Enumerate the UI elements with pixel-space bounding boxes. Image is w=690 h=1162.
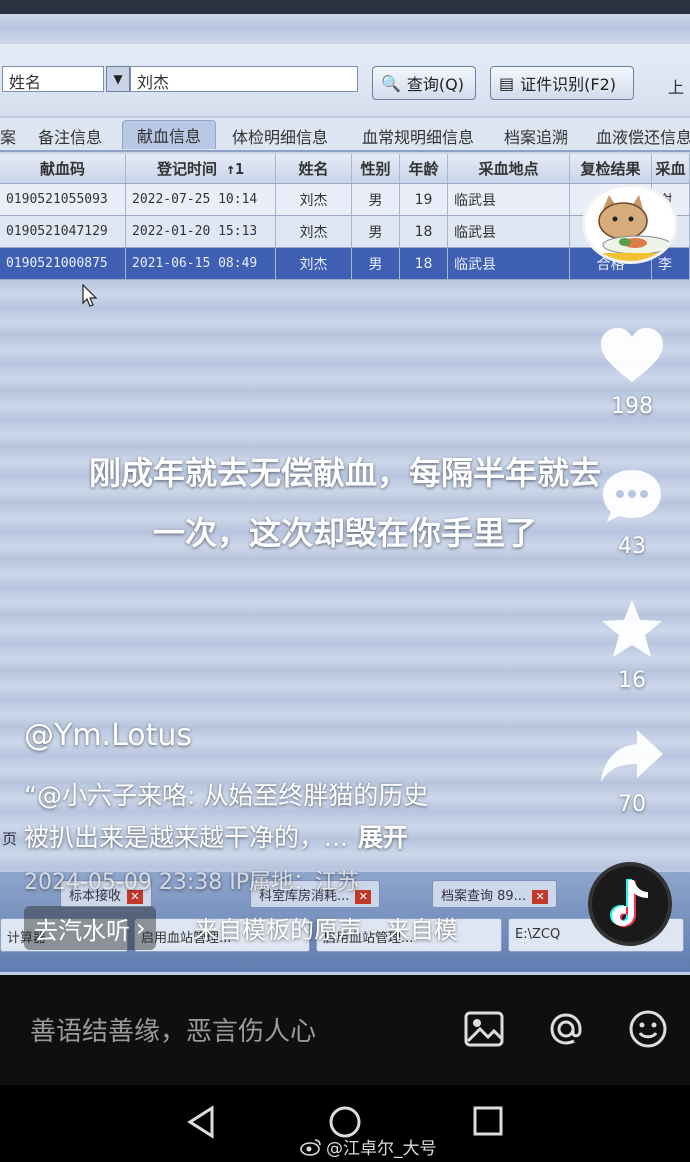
share-action[interactable]: 70: [594, 728, 670, 817]
cell-location: 临武县: [448, 248, 570, 279]
cell-location: 临武县: [448, 216, 570, 247]
cell-name: 刘杰: [276, 248, 352, 279]
query-button[interactable]: 🔍 查询(Q): [372, 66, 476, 100]
comment-count: 43: [618, 534, 646, 559]
creator-avatar[interactable]: [582, 184, 678, 264]
column-header-name[interactable]: 姓名: [276, 154, 352, 183]
detail-tabs: 案 备注信息 献血信息 体检明细信息 血常规明细信息 档案追溯 血液偿还信息: [0, 118, 690, 152]
cell-age: 18: [400, 216, 448, 247]
share-arrow-icon: [601, 730, 663, 782]
cell-register-time: 2021-06-15 08:49: [126, 248, 276, 279]
weibo-watermark: @江卓尔_大号: [300, 1134, 437, 1159]
star-icon: [602, 600, 662, 657]
tab-archive-trace[interactable]: 档案追溯: [504, 124, 568, 148]
taskbar-tab-archive-query[interactable]: 档案查询 89... ✕: [432, 880, 558, 908]
table-header: 献血码 登记时间 ↑1 姓名 性别 年龄 采血地点 复检结果 采血: [0, 154, 690, 184]
tab-blood-reimbursement[interactable]: 血液偿还信息: [596, 124, 690, 148]
table-row-selected[interactable]: 0190521000875 2021-06-15 08:49 刘杰 男 18 临…: [0, 248, 690, 280]
cell-register-time: 2022-07-25 10:14: [126, 184, 276, 215]
chevron-right-icon: ›: [136, 914, 146, 942]
weibo-logo-icon: [300, 1138, 321, 1156]
cell-name: 刘杰: [276, 216, 352, 247]
video-description-line-2: 被扒出来是越来越干净的，... 展开: [24, 818, 408, 854]
column-header-collector[interactable]: 采血: [652, 154, 690, 183]
up-button[interactable]: 上: [668, 74, 684, 98]
search-value-input[interactable]: 刘杰: [130, 66, 358, 92]
expand-link[interactable]: 展开: [358, 823, 408, 852]
cell-age: 18: [400, 248, 448, 279]
heart-icon: [601, 328, 663, 382]
comment-action[interactable]: 43: [594, 466, 670, 559]
cell-donation-code: 0190521047129: [0, 216, 126, 247]
favorite-count: 16: [618, 668, 646, 693]
column-header-donation-code[interactable]: 献血码: [0, 154, 126, 183]
comment-bubble-icon: [603, 470, 661, 522]
watermark-text: @江卓尔_大号: [326, 1139, 437, 1159]
column-header-location[interactable]: 采血地点: [448, 154, 570, 183]
comment-input[interactable]: 善语结善缘，恶言伤人心: [30, 1011, 316, 1048]
chevron-down-icon[interactable]: ▼: [106, 66, 130, 92]
tab-blood-routine[interactable]: 血常规明细信息: [362, 124, 474, 148]
cell-register-time: 2022-01-20 15:13: [126, 216, 276, 247]
cell-donation-code: 0190521055093: [0, 184, 126, 215]
music-chip-label: 去汽水听: [34, 916, 130, 945]
query-button-label: 查询(Q): [406, 75, 465, 94]
id-card-icon: ▤: [499, 73, 515, 93]
column-header-recheck-result[interactable]: 复检结果: [570, 154, 652, 183]
id-card-button-label: 证件识别(F2): [520, 75, 616, 94]
page-label: 页: [2, 830, 18, 848]
cell-location: 临武县: [448, 184, 570, 215]
taskbar-tab-label: 档案查询 89...: [441, 889, 527, 904]
cell-age: 19: [400, 184, 448, 215]
emoji-icon[interactable]: [626, 1007, 670, 1051]
tab-archive[interactable]: 案: [0, 124, 16, 148]
cell-gender: 男: [352, 248, 400, 279]
video-caption-line-2: 一次，这次却毁在你手里了: [152, 514, 537, 552]
music-track-title[interactable]: 来自模板的原声 - 来自模: [194, 910, 458, 945]
mouse-pointer-icon: [82, 284, 98, 307]
back-triangle-icon[interactable]: [186, 1105, 216, 1139]
open-in-music-app-chip[interactable]: 去汽水听 ›: [24, 906, 156, 950]
author-handle[interactable]: @Ym.Lotus: [24, 718, 192, 753]
tab-remarks[interactable]: 备注信息: [38, 124, 102, 148]
recent-apps-square-icon[interactable]: [472, 1105, 504, 1137]
cell-name: 刘杰: [276, 184, 352, 215]
photographed-screen: 姓名 ▼ 刘杰 🔍 查询(Q) ▤ 证件识别(F2) 上 案 备注信息 献血信息…: [0, 0, 690, 975]
like-action[interactable]: 198: [594, 326, 670, 419]
column-header-age[interactable]: 年龄: [400, 154, 448, 183]
close-icon[interactable]: ✕: [532, 890, 549, 904]
mention-icon[interactable]: [544, 1007, 588, 1051]
cell-gender: 男: [352, 184, 400, 215]
search-toolbar: 姓名 ▼ 刘杰 🔍 查询(Q) ▤ 证件识别(F2) 上: [0, 44, 690, 116]
tab-donation-info[interactable]: 献血信息: [122, 120, 217, 149]
like-count: 198: [611, 394, 653, 419]
tiktok-note-icon: [610, 879, 648, 927]
cell-gender: 男: [352, 216, 400, 247]
cell-donation-code: 0190521000875: [0, 248, 126, 279]
search-field-select[interactable]: 姓名: [2, 66, 104, 92]
video-caption-line-1: 刚成年就去无偿献血，每隔半年就去: [88, 454, 601, 492]
favorite-action[interactable]: 16: [594, 598, 670, 693]
magnifier-icon: 🔍: [381, 73, 401, 93]
column-header-gender[interactable]: 性别: [352, 154, 400, 183]
post-meta: 2024-05-09 23:38 IP属地：江苏: [24, 870, 359, 895]
video-description-text: 被扒出来是越来越干净的，...: [24, 823, 348, 852]
image-icon[interactable]: [462, 1007, 506, 1051]
video-description-line-1: “@小六子来咯: 从始至终胖猫的历史: [24, 781, 429, 810]
comment-bar: 善语结善缘，恶言伤人心: [0, 975, 690, 1085]
column-header-register-time[interactable]: 登记时间 ↑1: [126, 154, 276, 183]
share-count: 70: [618, 792, 646, 817]
tab-physical-exam[interactable]: 体检明细信息: [232, 124, 328, 148]
id-card-recognition-button[interactable]: ▤ 证件识别(F2): [490, 66, 634, 100]
monitor-bezel: [0, 0, 690, 14]
music-disc-icon[interactable]: [588, 862, 672, 946]
